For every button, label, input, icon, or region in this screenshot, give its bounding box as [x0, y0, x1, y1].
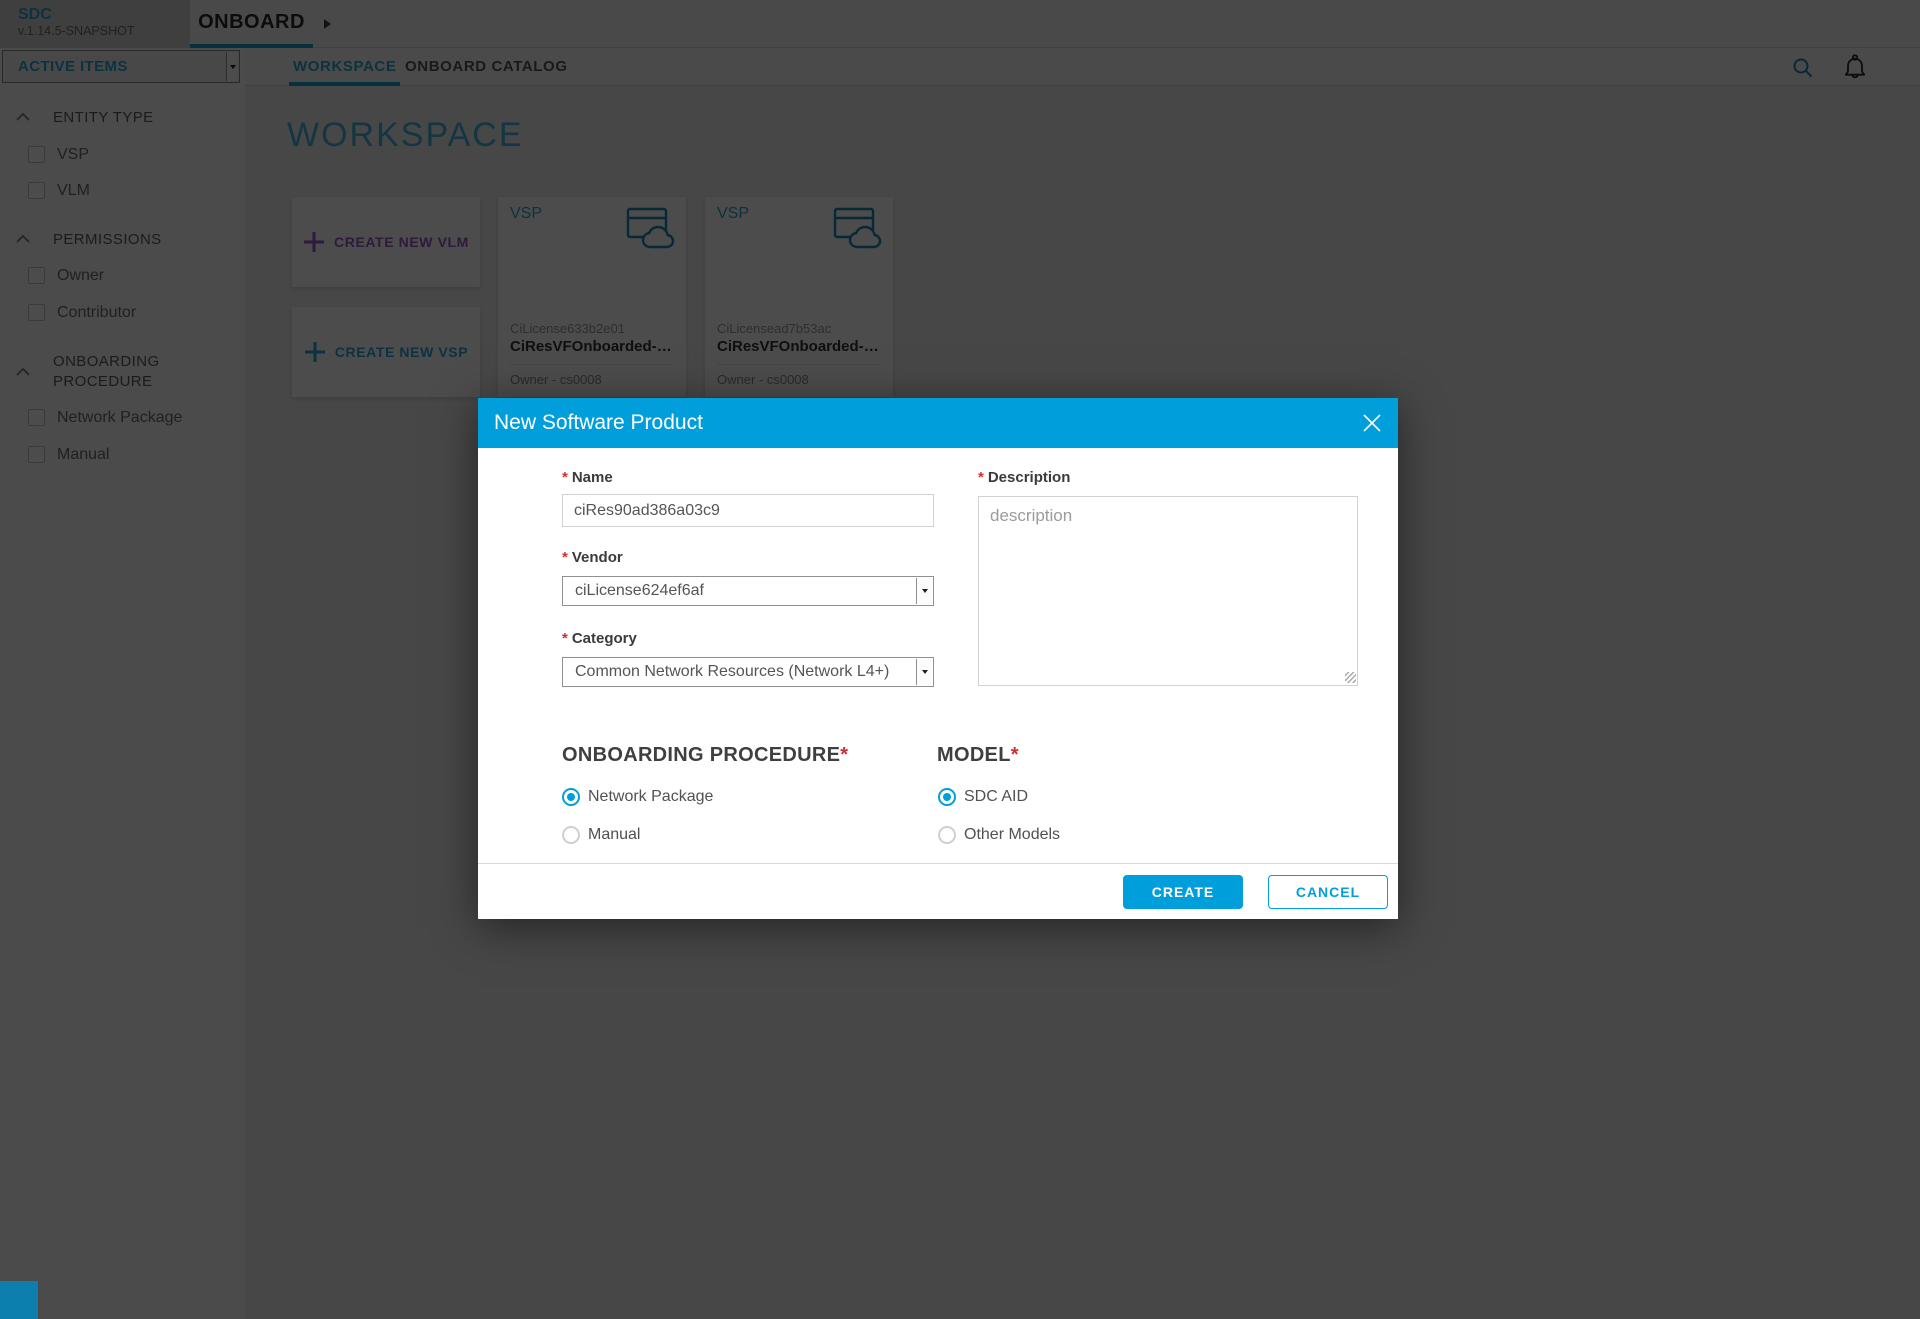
radio-unselected-icon[interactable]: [938, 826, 956, 844]
corner-blue-button[interactable]: [0, 1281, 38, 1319]
category-select-value: Common Network Resources (Network L4+): [575, 663, 889, 680]
select-dropdown-icon[interactable]: [916, 578, 932, 604]
radio-selected-icon[interactable]: [938, 788, 956, 806]
modal-footer: CREATE CANCEL: [478, 863, 1398, 919]
vendor-select[interactable]: ciLicense624ef6af: [562, 576, 934, 606]
modal-title: New Software Product: [494, 398, 703, 448]
create-button[interactable]: CREATE: [1123, 875, 1243, 909]
radio-network-package[interactable]: Network Package: [562, 787, 713, 807]
model-title-text: MODEL: [937, 744, 1011, 766]
vendor-label-text: Vendor: [572, 549, 623, 566]
required-asterisk: *: [562, 469, 568, 486]
name-label-text: Name: [572, 469, 613, 486]
sdc-app: SDC v.1.14.5-SNAPSHOT ONBOARD WORKSPACE …: [0, 0, 1920, 1319]
radio-label: Manual: [588, 826, 640, 844]
modal-body: *Name *Vendor ciLicense624ef6af *Categor…: [478, 448, 1398, 863]
cancel-button[interactable]: CANCEL: [1268, 875, 1388, 909]
category-label: *Category: [562, 630, 637, 647]
name-input[interactable]: [562, 494, 934, 527]
model-title: MODEL*: [937, 744, 1019, 767]
radio-unselected-icon[interactable]: [562, 826, 580, 844]
required-asterisk: *: [562, 630, 568, 647]
description-label: *Description: [978, 469, 1070, 486]
new-software-product-modal: New Software Product *Name *Vendor ciLic…: [478, 398, 1398, 919]
close-icon[interactable]: [1363, 414, 1381, 432]
description-label-text: Description: [988, 469, 1071, 486]
description-textarea[interactable]: [978, 496, 1358, 686]
vendor-label: *Vendor: [562, 549, 623, 566]
vendor-select-value: ciLicense624ef6af: [575, 582, 704, 599]
onboarding-procedure-title-text: ONBOARDING PROCEDURE: [562, 744, 840, 766]
onboarding-procedure-title: ONBOARDING PROCEDURE*: [562, 744, 848, 767]
category-select[interactable]: Common Network Resources (Network L4+): [562, 657, 934, 687]
radio-label: Other Models: [964, 826, 1060, 844]
radio-selected-icon[interactable]: [562, 788, 580, 806]
radio-other-models[interactable]: Other Models: [938, 825, 1060, 845]
name-label: *Name: [562, 469, 613, 486]
radio-sdc-aid[interactable]: SDC AID: [938, 787, 1028, 807]
required-asterisk: *: [562, 549, 568, 566]
radio-label: SDC AID: [964, 788, 1028, 806]
modal-header: New Software Product: [478, 398, 1398, 448]
radio-label: Network Package: [588, 788, 713, 806]
radio-manual[interactable]: Manual: [562, 825, 640, 845]
required-asterisk: *: [1011, 744, 1019, 766]
category-label-text: Category: [572, 630, 637, 647]
required-asterisk: *: [840, 744, 848, 766]
required-asterisk: *: [978, 469, 984, 486]
select-dropdown-icon[interactable]: [916, 659, 932, 685]
